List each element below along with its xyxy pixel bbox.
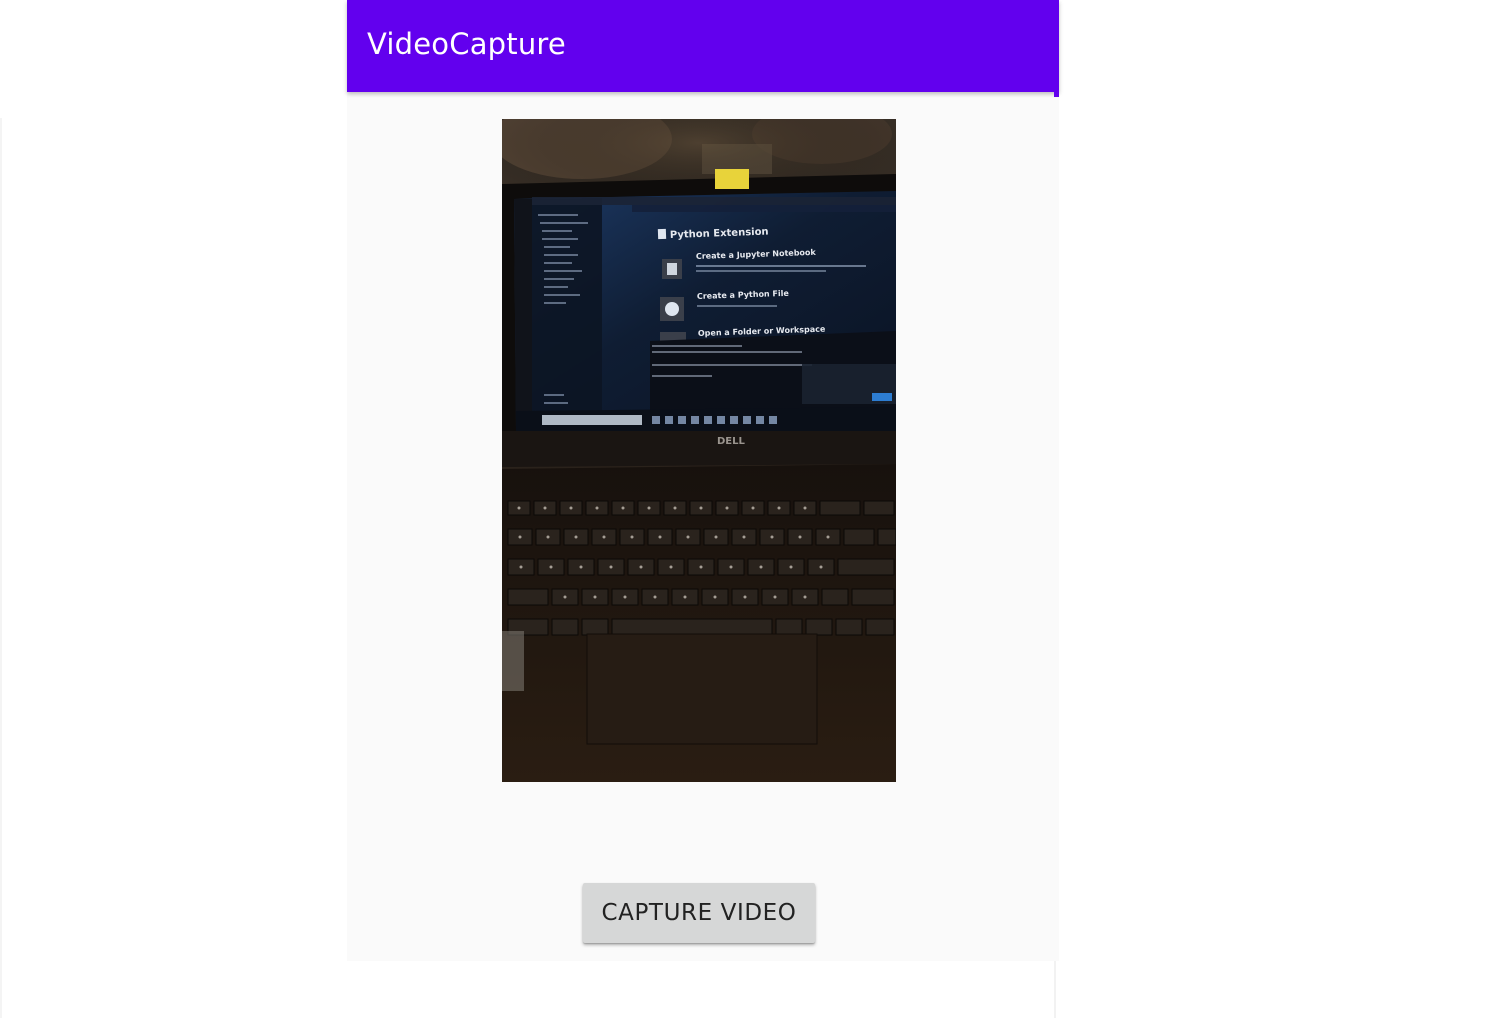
app-window: VideoCapture Python Extension Create a J…	[347, 0, 1059, 961]
video-frame-image: Python Extension Create a Jupyter Notebo…	[502, 119, 896, 782]
capture-video-button[interactable]: CAPTURE VIDEO	[583, 883, 815, 943]
app-bar: VideoCapture	[347, 0, 1059, 92]
right-edge-divider	[1054, 961, 1056, 1018]
app-bar-edge	[1054, 92, 1059, 97]
laptop-brand: DELL	[717, 436, 746, 447]
app-title: VideoCapture	[367, 27, 566, 61]
video-preview: Python Extension Create a Jupyter Notebo…	[502, 119, 896, 782]
left-edge-divider	[0, 118, 2, 1018]
